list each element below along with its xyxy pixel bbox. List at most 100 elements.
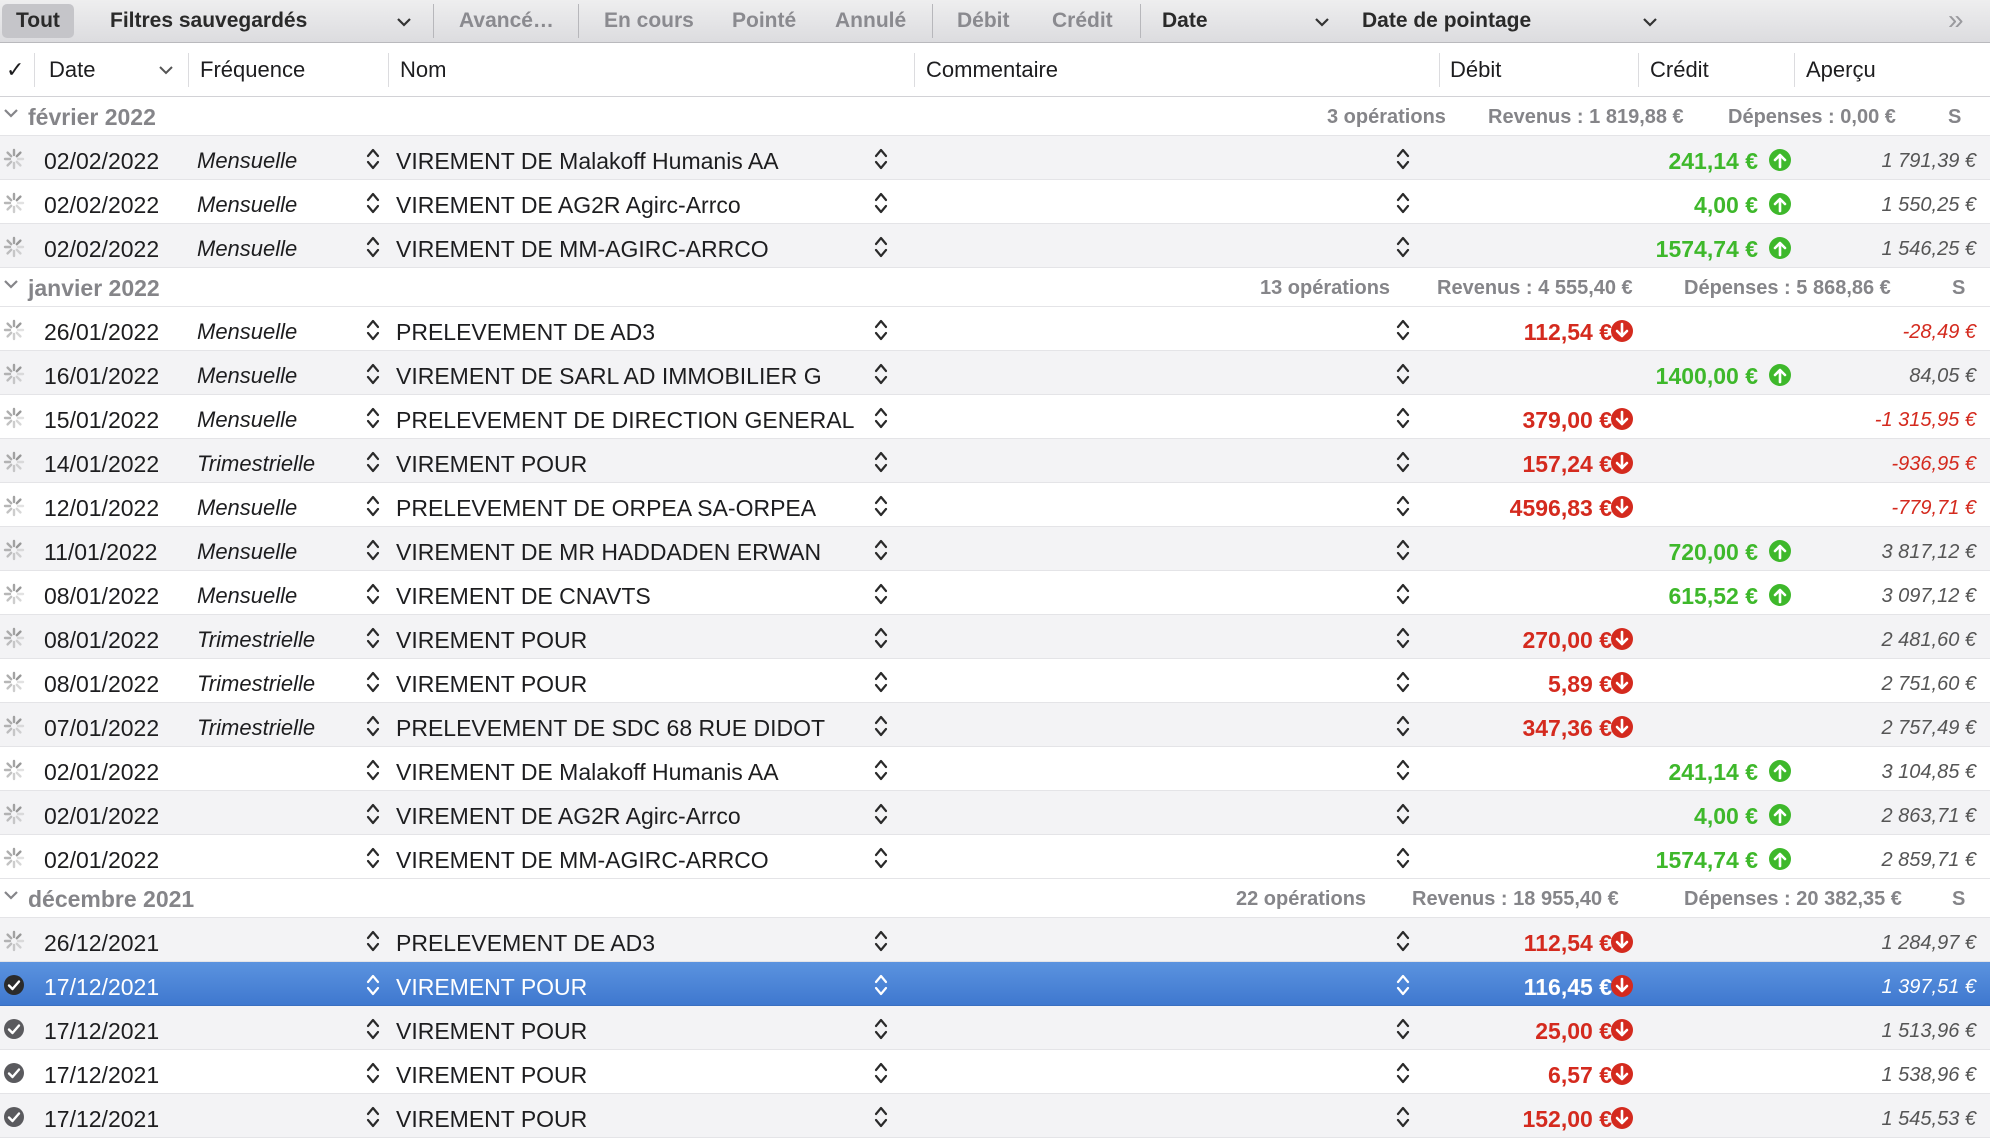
- comment-stepper-icon[interactable]: [1396, 670, 1410, 694]
- month-group-header[interactable]: décembre 2021 22 opérations Revenus : 18 9…: [0, 879, 1990, 918]
- comment-stepper-icon[interactable]: [1396, 714, 1410, 738]
- transaction-row[interactable]: 17/12/2021 VIREMENT POUR 152,00 € 1 545,53 …: [0, 1094, 1990, 1138]
- frequency-stepper-icon[interactable]: [366, 973, 380, 997]
- name-stepper-icon[interactable]: [874, 758, 888, 782]
- name-stepper-icon[interactable]: [874, 626, 888, 650]
- frequency-stepper-icon[interactable]: [366, 758, 380, 782]
- transaction-row[interactable]: 02/02/2022 Mensuelle VIREMENT DE MM-AGIRC-…: [0, 224, 1990, 268]
- column-header-preview[interactable]: Aperçu: [1806, 43, 1876, 96]
- name-stepper-icon[interactable]: [874, 147, 888, 171]
- pending-status-icon[interactable]: [3, 847, 25, 869]
- column-header-date[interactable]: Date: [49, 43, 95, 96]
- pending-status-icon[interactable]: [3, 319, 25, 341]
- comment-stepper-icon[interactable]: [1396, 626, 1410, 650]
- name-stepper-icon[interactable]: [874, 1017, 888, 1041]
- name-stepper-icon[interactable]: [874, 191, 888, 215]
- frequency-stepper-icon[interactable]: [366, 714, 380, 738]
- name-stepper-icon[interactable]: [874, 846, 888, 870]
- pending-status-icon[interactable]: [3, 627, 25, 649]
- transaction-row[interactable]: 26/01/2022 Mensuelle PRELEVEMENT DE AD3 112…: [0, 307, 1990, 351]
- filter-debit-button[interactable]: Débit: [957, 0, 1010, 42]
- frequency-stepper-icon[interactable]: [366, 670, 380, 694]
- comment-stepper-icon[interactable]: [1396, 406, 1410, 430]
- name-stepper-icon[interactable]: [874, 582, 888, 606]
- comment-stepper-icon[interactable]: [1396, 318, 1410, 342]
- filter-credit-button[interactable]: Crédit: [1052, 0, 1113, 42]
- comment-stepper-icon[interactable]: [1396, 973, 1410, 997]
- comment-stepper-icon[interactable]: [1396, 758, 1410, 782]
- chevron-down-icon[interactable]: [396, 0, 412, 42]
- comment-stepper-icon[interactable]: [1396, 450, 1410, 474]
- transaction-row[interactable]: 16/01/2022 Mensuelle VIREMENT DE SARL AD I…: [0, 351, 1990, 395]
- pending-status-icon[interactable]: [3, 495, 25, 517]
- name-stepper-icon[interactable]: [874, 406, 888, 430]
- frequency-stepper-icon[interactable]: [366, 450, 380, 474]
- column-divider[interactable]: [1638, 53, 1639, 87]
- comment-stepper-icon[interactable]: [1396, 191, 1410, 215]
- checked-status-icon[interactable]: [3, 1106, 25, 1128]
- name-stepper-icon[interactable]: [874, 929, 888, 953]
- transaction-row[interactable]: 17/12/2021 VIREMENT POUR 25,00 € 1 513,96 €: [0, 1006, 1990, 1050]
- transaction-row[interactable]: 02/01/2022 VIREMENT DE AG2R Agirc-Arrco 4,…: [0, 791, 1990, 835]
- name-stepper-icon[interactable]: [874, 1061, 888, 1085]
- comment-stepper-icon[interactable]: [1396, 147, 1410, 171]
- transaction-row[interactable]: 02/01/2022 VIREMENT DE Malakoff Humanis A…: [0, 747, 1990, 791]
- saved-filters-menu[interactable]: Filtres sauvegardés: [110, 0, 307, 42]
- sort-chevron-icon[interactable]: [158, 48, 174, 90]
- comment-stepper-icon[interactable]: [1396, 802, 1410, 826]
- collapse-chevron-icon[interactable]: [2, 888, 20, 907]
- pending-status-icon[interactable]: [3, 539, 25, 561]
- comment-stepper-icon[interactable]: [1396, 1061, 1410, 1085]
- month-group-header[interactable]: février 2022 3 opérations Revenus : 1 819,…: [0, 97, 1990, 136]
- transaction-row[interactable]: 07/01/2022 Trimestrielle PRELEVEMENT DE SD…: [0, 703, 1990, 747]
- frequency-stepper-icon[interactable]: [366, 191, 380, 215]
- pending-status-icon[interactable]: [3, 363, 25, 385]
- transaction-row[interactable]: 14/01/2022 Trimestrielle VIREMENT POUR 157,…: [0, 439, 1990, 483]
- transaction-row[interactable]: 02/02/2022 Mensuelle VIREMENT DE Malakoff …: [0, 136, 1990, 180]
- transaction-row[interactable]: 26/12/2021 PRELEVEMENT DE AD3 112,54 € 1 28…: [0, 918, 1990, 962]
- pending-status-icon[interactable]: [3, 930, 25, 952]
- filter-advanced-button[interactable]: Avancé…: [459, 0, 554, 42]
- column-header-check[interactable]: ✓: [6, 43, 24, 96]
- comment-stepper-icon[interactable]: [1396, 362, 1410, 386]
- sort-date-menu[interactable]: Date: [1162, 0, 1208, 42]
- frequency-stepper-icon[interactable]: [366, 362, 380, 386]
- column-divider[interactable]: [188, 53, 189, 87]
- collapse-chevron-icon[interactable]: [2, 106, 20, 125]
- name-stepper-icon[interactable]: [874, 235, 888, 259]
- checked-status-icon[interactable]: [3, 1062, 25, 1084]
- column-header-debit[interactable]: Débit: [1450, 43, 1501, 96]
- toolbar-overflow-icon[interactable]: »: [1948, 0, 1963, 42]
- column-divider[interactable]: [34, 53, 35, 87]
- name-stepper-icon[interactable]: [874, 670, 888, 694]
- pending-status-icon[interactable]: [3, 671, 25, 693]
- pending-status-icon[interactable]: [3, 803, 25, 825]
- pending-status-icon[interactable]: [3, 451, 25, 473]
- chevron-down-icon[interactable]: [1314, 0, 1330, 42]
- pending-status-icon[interactable]: [3, 407, 25, 429]
- comment-stepper-icon[interactable]: [1396, 582, 1410, 606]
- name-stepper-icon[interactable]: [874, 802, 888, 826]
- pending-status-icon[interactable]: [3, 192, 25, 214]
- transaction-row[interactable]: 17/12/2021 VIREMENT POUR 116,45 € 1 397,51 …: [0, 962, 1990, 1006]
- frequency-stepper-icon[interactable]: [366, 846, 380, 870]
- name-stepper-icon[interactable]: [874, 362, 888, 386]
- column-divider[interactable]: [1439, 53, 1440, 87]
- pending-status-icon[interactable]: [3, 236, 25, 258]
- frequency-stepper-icon[interactable]: [366, 1061, 380, 1085]
- column-divider[interactable]: [914, 53, 915, 87]
- name-stepper-icon[interactable]: [874, 450, 888, 474]
- comment-stepper-icon[interactable]: [1396, 1105, 1410, 1129]
- name-stepper-icon[interactable]: [874, 494, 888, 518]
- column-header-credit[interactable]: Crédit: [1650, 43, 1709, 96]
- name-stepper-icon[interactable]: [874, 318, 888, 342]
- frequency-stepper-icon[interactable]: [366, 494, 380, 518]
- column-header-name[interactable]: Nom: [400, 43, 446, 96]
- pending-status-icon[interactable]: [3, 583, 25, 605]
- transaction-row[interactable]: 08/01/2022 Mensuelle VIREMENT DE CNAVTS 615…: [0, 571, 1990, 615]
- frequency-stepper-icon[interactable]: [366, 802, 380, 826]
- frequency-stepper-icon[interactable]: [366, 406, 380, 430]
- frequency-stepper-icon[interactable]: [366, 147, 380, 171]
- comment-stepper-icon[interactable]: [1396, 846, 1410, 870]
- name-stepper-icon[interactable]: [874, 538, 888, 562]
